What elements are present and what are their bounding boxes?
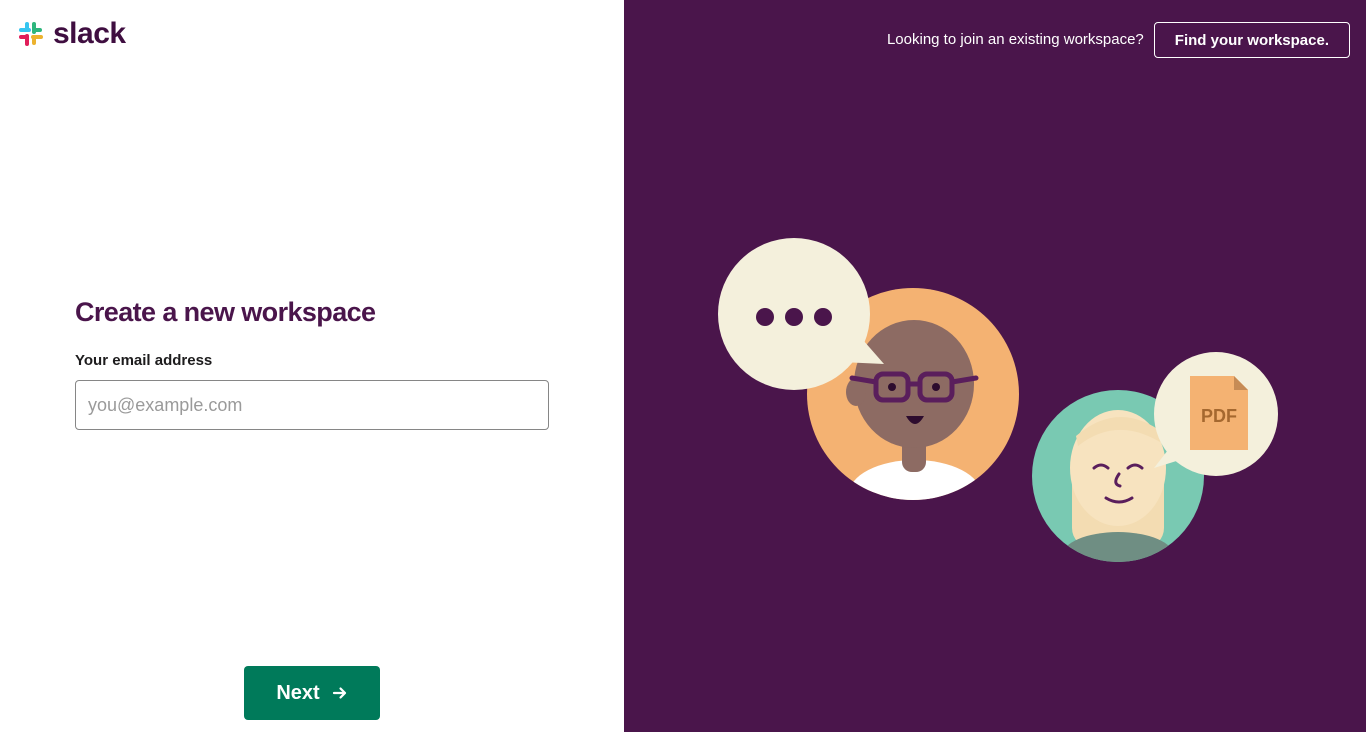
join-workspace-bar: Looking to join an existing workspace? F… (887, 22, 1350, 58)
find-workspace-button[interactable]: Find your workspace. (1153, 22, 1350, 58)
left-pane: slack Create a new workspace Your email … (0, 0, 624, 732)
create-workspace-form: Create a new workspace Your email addres… (75, 296, 549, 430)
next-button-label: Next (276, 681, 320, 704)
slack-logo[interactable]: slack (15, 18, 126, 50)
pdf-file-icon: PDF (1154, 352, 1278, 476)
slack-logo-icon (19, 22, 43, 46)
brand-name: slack (53, 17, 126, 50)
email-label: Your email address (75, 352, 213, 369)
right-pane: Looking to join an existing workspace? F… (624, 0, 1366, 732)
illustration: PDF (718, 238, 1278, 562)
pdf-badge: PDF (1201, 406, 1237, 426)
page-title: Create a new workspace (75, 297, 376, 327)
next-button[interactable]: Next (244, 666, 380, 720)
join-prompt: Looking to join an existing workspace? (886, 31, 1144, 48)
arrow-right-icon (332, 687, 346, 699)
email-field[interactable] (75, 380, 549, 430)
